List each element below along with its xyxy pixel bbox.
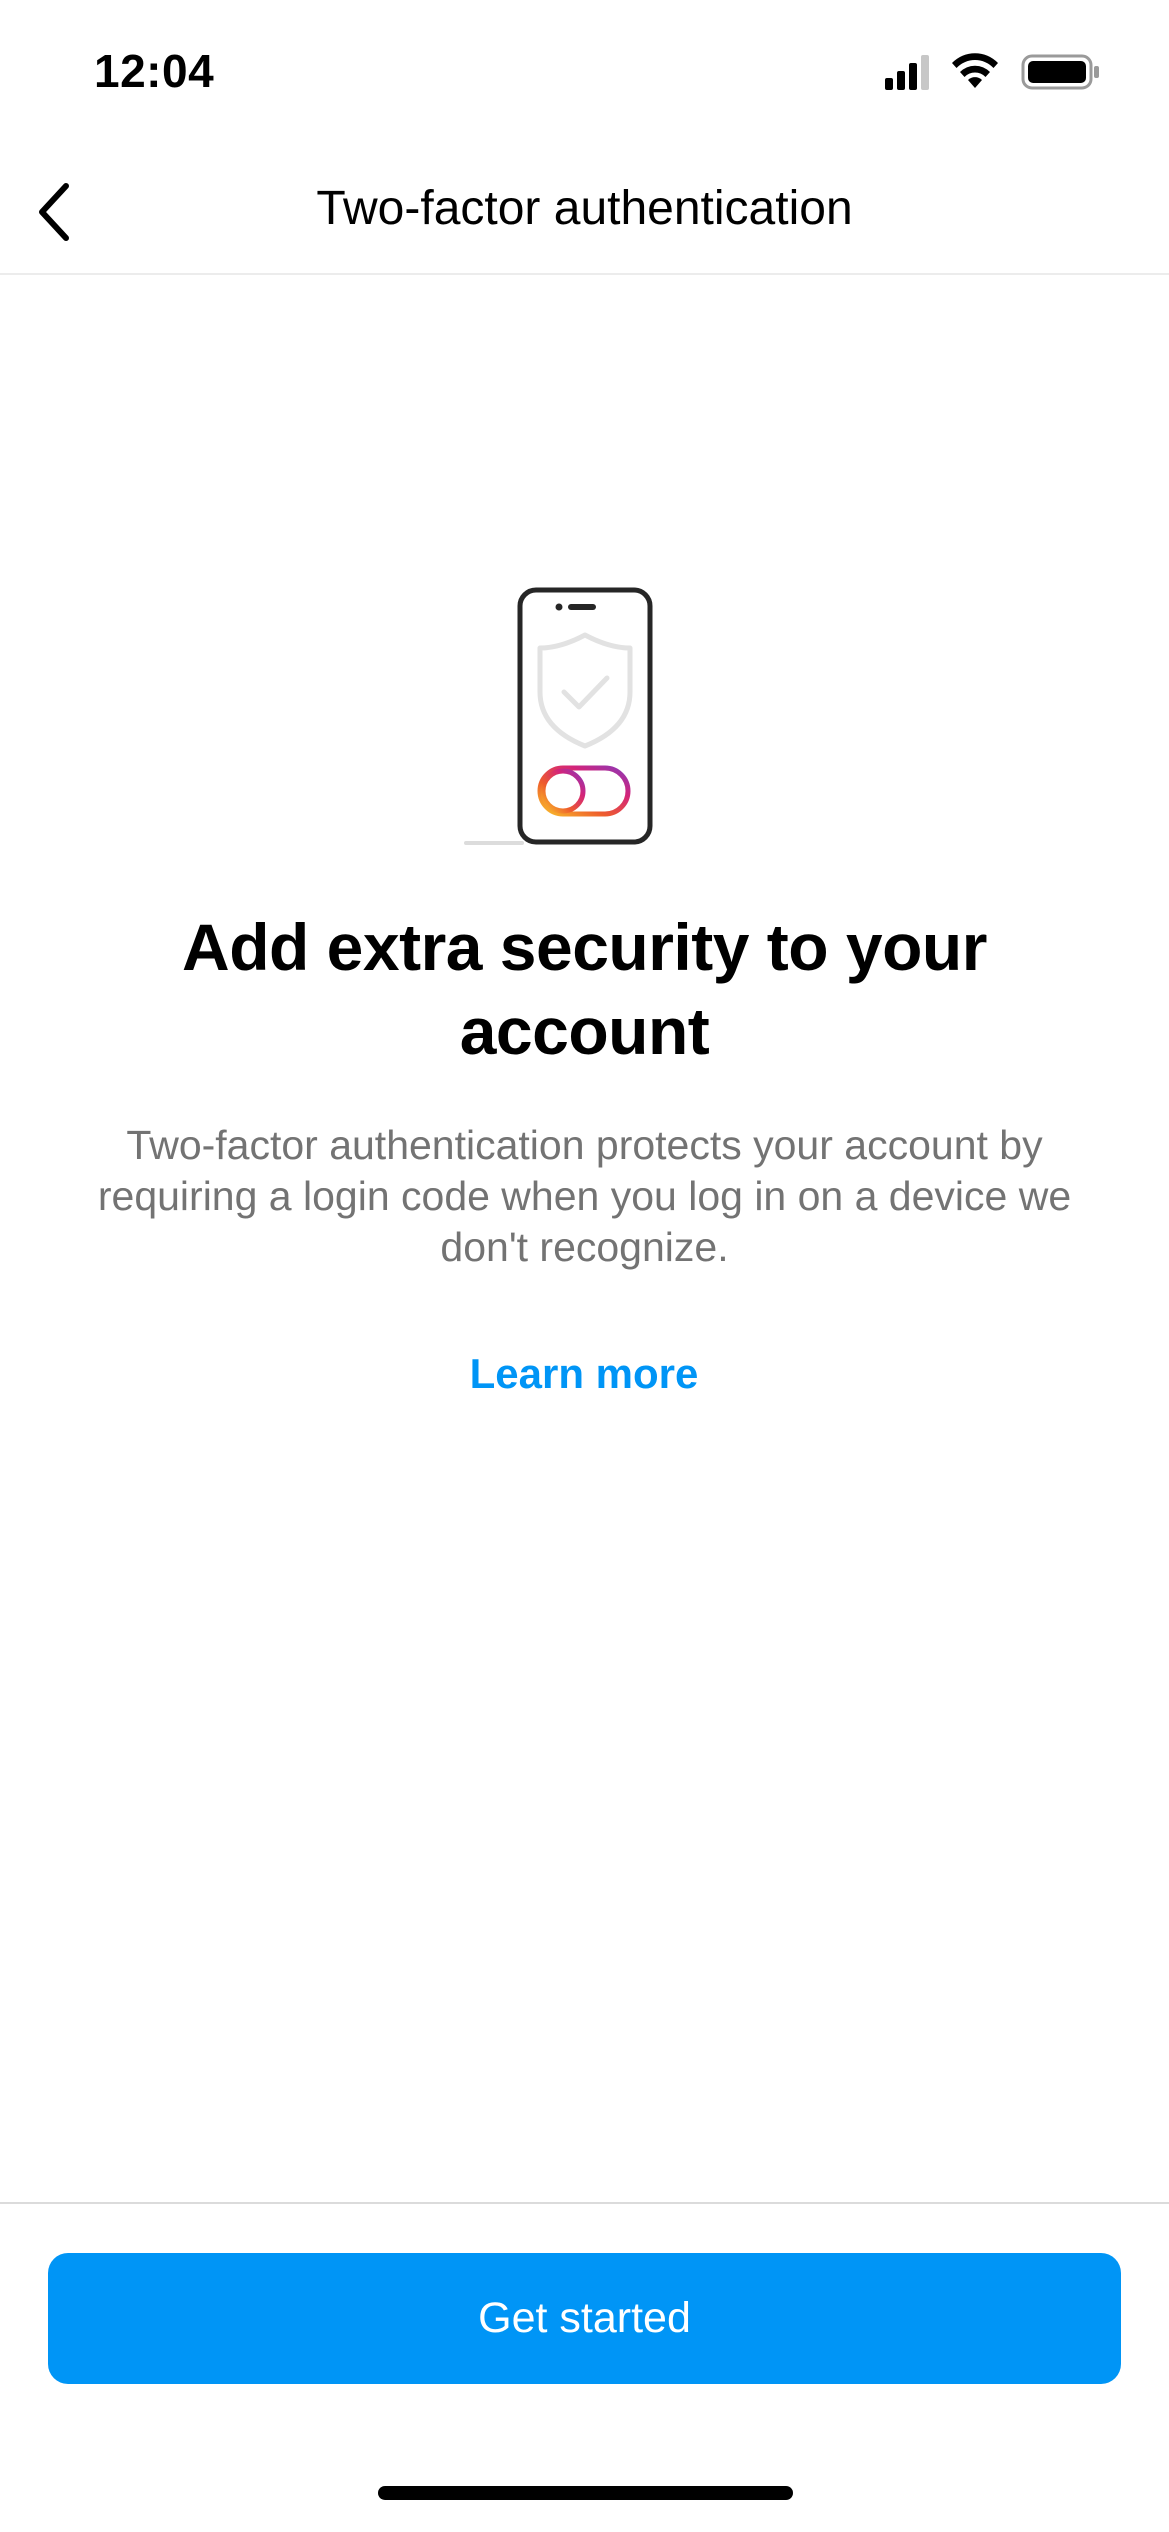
home-indicator[interactable] [378, 2486, 793, 2500]
status-icons [883, 52, 1113, 98]
status-bar: 12:04 [0, 0, 1169, 150]
description: Two-factor authentication protects your … [97, 1122, 1072, 1270]
battery-icon [1021, 54, 1099, 90]
learn-more-link[interactable]: Learn more [384, 1346, 784, 1402]
headline: Add extra security to your account [182, 910, 987, 1068]
cellular-signal-icon [885, 55, 929, 90]
footer-divider [0, 2202, 1169, 2204]
page-title: Two-factor authentication [316, 182, 853, 235]
wifi-icon [952, 53, 998, 88]
nav-header: Two-factor authentication [0, 150, 1169, 275]
status-time: 12:04 [94, 45, 215, 97]
phone-shield-toggle-icon [460, 580, 680, 860]
get-started-button[interactable]: Get started [48, 2253, 1121, 2384]
